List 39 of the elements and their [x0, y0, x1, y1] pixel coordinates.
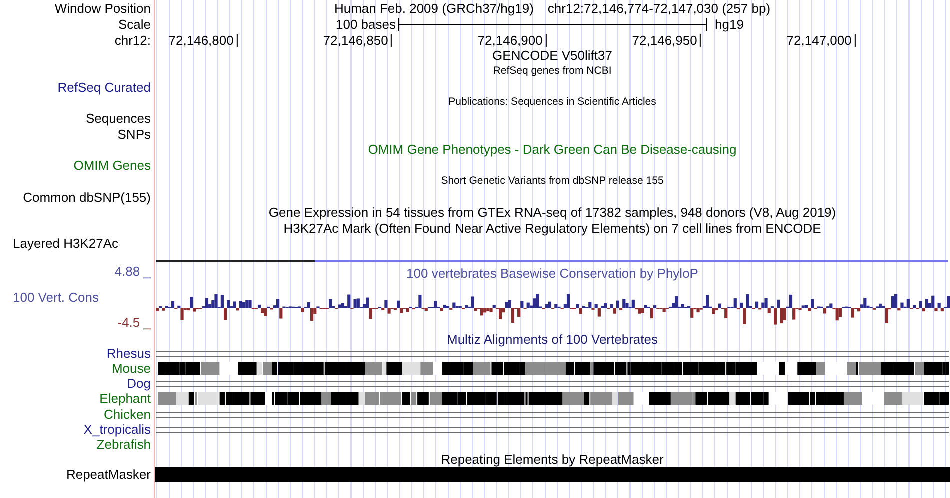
- species-label[interactable]: Elephant: [100, 391, 151, 406]
- axis-min-label: -4.5 _: [118, 315, 152, 330]
- track-title: Multiz Alignments of 100 Vertebrates: [446, 332, 658, 347]
- species-label[interactable]: Rhesus: [106, 346, 151, 361]
- track-label[interactable]: Common dbSNP(155): [23, 190, 151, 205]
- track-label[interactable]: 100 Vert. Cons: [0, 290, 99, 305]
- track-title: Gene Expression in 54 tissues from GTEx RNA-seq of 17382 samples, 948 donors (V8, Aug 2019): [268, 205, 836, 220]
- species-label[interactable]: X_tropicalis: [84, 422, 151, 437]
- coordinate-label: 72,146,800: [168, 34, 238, 47]
- species-label[interactable]: Mouse: [112, 361, 151, 376]
- track-label[interactable]: SNPs: [118, 126, 151, 142]
- track-label: Window Position: [54, 0, 151, 16]
- track-title: GENCODE V50lift37: [492, 48, 612, 64]
- track-label: Scale: [118, 16, 151, 32]
- track-title: Publications: Sequences in Scientific Articles: [448, 95, 656, 110]
- track-title: 100 vertebrates Basewise Conservation by PhyloP: [406, 266, 698, 282]
- track-label[interactable]: Layered H3K27Ac: [13, 236, 119, 252]
- species-label[interactable]: Chicken: [104, 406, 151, 422]
- track-title: RefSeq genes from NCBI: [493, 64, 612, 80]
- track-title: OMIM Gene Phenotypes - Dark Green Can Be Disease-causing: [368, 142, 737, 158]
- coordinate-label: 72,146,900: [478, 34, 547, 47]
- track-title: Short Genetic Variants from dbSNP release 155: [441, 174, 664, 189]
- species-label[interactable]: Zebrafish: [96, 436, 151, 452]
- track-label[interactable]: Sequences: [86, 111, 151, 126]
- axis-max-label: 4.88 _: [114, 264, 152, 280]
- position-text: chr12:72,146,774-72,147,030 (257 bp): [548, 0, 771, 16]
- scale-length: 100 bases: [336, 16, 397, 32]
- assembly-name: hg19: [714, 16, 744, 32]
- coordinate-label: 72,147,000: [786, 34, 856, 47]
- track-label[interactable]: RepeatMasker: [66, 466, 151, 482]
- track-label[interactable]: OMIM Genes: [74, 158, 151, 174]
- track-label: chr12:: [114, 32, 151, 48]
- track-title: Repeating Elements by RepeatMasker: [441, 452, 664, 467]
- species-label[interactable]: Dog: [127, 376, 151, 392]
- track-label[interactable]: RefSeq Curated: [58, 80, 151, 95]
- coordinate-label: 72,146,850: [323, 34, 392, 47]
- track-title: H3K27Ac Mark (Often Found Near Active Regulatory Elements) on 7 cell lines from ENCODE: [284, 220, 822, 236]
- coordinate-label: 72,146,950: [632, 34, 702, 47]
- assembly-title: Human Feb. 2009 (GRCh37/hg19): [334, 0, 534, 16]
